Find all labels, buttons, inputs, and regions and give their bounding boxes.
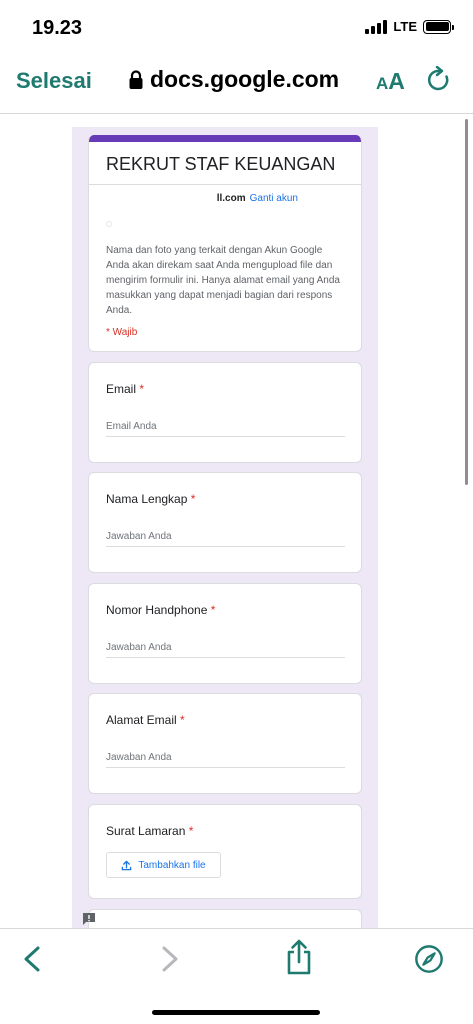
text-size-button[interactable]: AA	[376, 68, 405, 95]
home-indicator[interactable]	[152, 1010, 320, 1015]
network-type: LTE	[393, 19, 417, 34]
scrollbar[interactable]	[465, 119, 468, 485]
required-asterisk: *	[210, 603, 216, 617]
required-asterisk: *	[188, 824, 194, 838]
phone-field[interactable]: Jawaban Anda	[106, 642, 345, 658]
browser-nav-bar: Selesai docs.google.com AA	[0, 56, 473, 114]
question-text: Surat Lamaran	[106, 824, 186, 838]
status-bar: 19.23 LTE	[0, 0, 473, 56]
status-indicators: LTE	[365, 19, 454, 34]
share-icon[interactable]	[284, 939, 314, 975]
form-title: REKRUT STAF KEUANGAN	[89, 142, 361, 185]
url-text: docs.google.com	[150, 66, 340, 92]
form-header-card: REKRUT STAF KEUANGAN ll.com Ganti akun N…	[88, 135, 362, 352]
question-text: Alamat Email	[106, 713, 177, 727]
question-card-email-address: Alamat Email * Jawaban Anda	[88, 693, 362, 794]
question-label: Alamat Email *	[106, 713, 185, 727]
theme-accent-bar	[89, 135, 361, 142]
required-asterisk: *	[190, 492, 196, 506]
back-icon[interactable]	[18, 943, 48, 975]
question-label: Email *	[106, 382, 144, 396]
report-feedback-icon[interactable]	[82, 912, 96, 926]
switch-account-link[interactable]: Ganti akun	[250, 193, 298, 204]
upload-icon	[122, 860, 132, 870]
battery-icon	[423, 19, 454, 34]
text-size-big: A	[388, 68, 405, 94]
required-asterisk: *	[180, 713, 185, 727]
question-text: Nomor Handphone	[106, 603, 208, 617]
text-size-small: A	[376, 74, 389, 93]
question-label: Surat Lamaran *	[106, 824, 193, 838]
question-label: Nomor Handphone *	[106, 603, 215, 617]
question-text: Nama Lengkap	[106, 492, 188, 506]
battery-fill	[425, 22, 449, 31]
cloud-status-icon	[106, 221, 112, 227]
status-time: 19.23	[32, 17, 83, 39]
compass-icon[interactable]	[414, 943, 444, 975]
address-bar[interactable]: docs.google.com	[128, 66, 339, 93]
account-notice: Nama dan foto yang terkait dengan Akun G…	[106, 245, 340, 316]
question-text: Email	[106, 382, 137, 396]
required-asterisk: *	[139, 382, 145, 396]
browser-toolbar	[0, 928, 473, 1024]
done-button[interactable]: Selesai	[16, 68, 92, 94]
question-card-phone: Nomor Handphone * Jawaban Anda	[88, 583, 362, 684]
signal-icon	[365, 19, 388, 34]
add-file-button[interactable]: Tambahkan file	[106, 852, 221, 878]
required-note: * Wajib	[106, 327, 138, 338]
web-content[interactable]: REKRUT STAF KEUANGAN ll.com Ganti akun N…	[0, 115, 473, 928]
question-card-next	[88, 909, 362, 928]
email-field[interactable]: Email Anda	[106, 421, 345, 437]
reload-icon[interactable]	[425, 66, 453, 94]
question-label: Nama Lengkap *	[106, 492, 195, 506]
full-name-field[interactable]: Jawaban Anda	[106, 531, 345, 547]
account-email: ll.com	[216, 193, 246, 204]
question-card-email: Email * Email Anda	[88, 362, 362, 463]
email-address-field[interactable]: Jawaban Anda	[106, 752, 345, 768]
forward-icon[interactable]	[154, 943, 184, 975]
question-card-full-name: Nama Lengkap * Jawaban Anda	[88, 472, 362, 573]
lock-icon	[129, 69, 143, 89]
question-card-cover-letter: Surat Lamaran * Tambahkan file	[88, 804, 362, 899]
add-file-label: Tambahkan file	[138, 859, 206, 871]
account-row: ll.com Ganti akun	[106, 193, 346, 204]
